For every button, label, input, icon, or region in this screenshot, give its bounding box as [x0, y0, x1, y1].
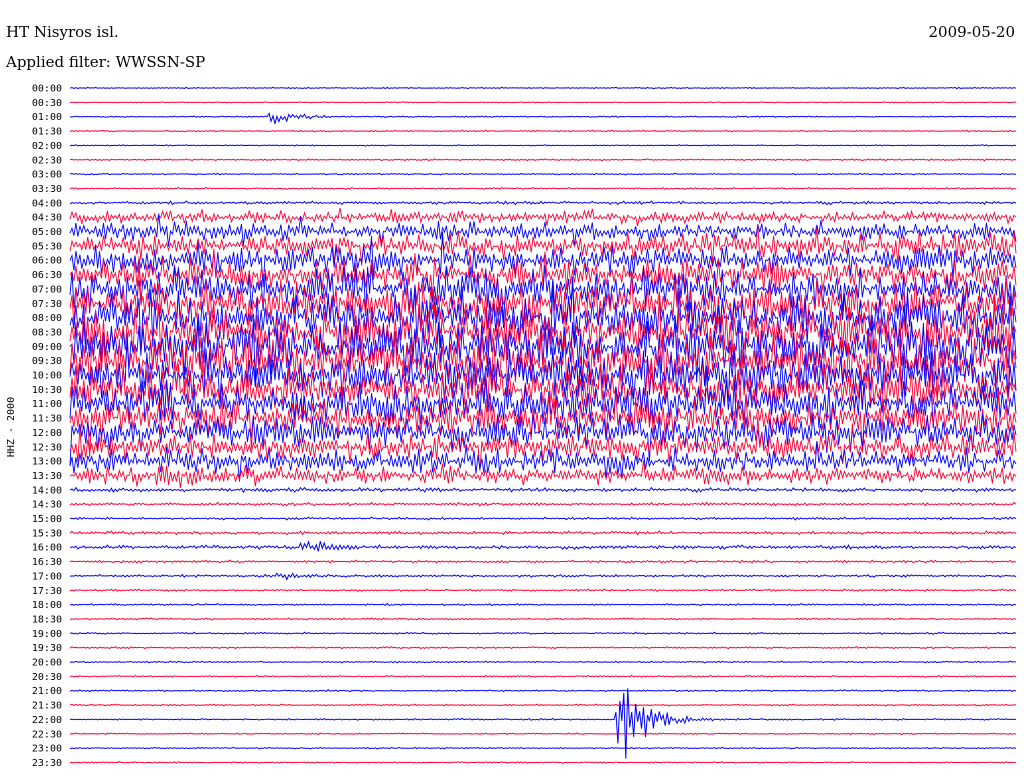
- trace-line: [69, 129, 1017, 133]
- time-tick-label: 21:00: [32, 686, 62, 697]
- time-tick-label: 15:30: [32, 528, 62, 539]
- time-tick-label: 21:30: [32, 701, 62, 712]
- trace-line: [69, 172, 1017, 176]
- time-tick-label: 04:30: [32, 213, 62, 224]
- time-tick-label: 01:00: [32, 112, 62, 123]
- trace-line: [69, 158, 1017, 162]
- trace-line: [69, 501, 1017, 507]
- time-tick-label: 20:30: [32, 672, 62, 683]
- time-tick-label: 22:30: [32, 729, 62, 740]
- time-tick-label: 12:00: [32, 428, 62, 439]
- trace-line: [69, 631, 1017, 636]
- trace-line: [69, 602, 1017, 607]
- trace-line: [69, 746, 1017, 750]
- trace-line: [69, 572, 1017, 581]
- trace-line: [69, 660, 1017, 664]
- time-tick-label: 08:30: [32, 327, 62, 338]
- trace-line: [69, 441, 1017, 482]
- time-tick-label: 03:00: [32, 170, 62, 181]
- trace-line: [69, 732, 1017, 736]
- trace-line: [69, 540, 1017, 552]
- trace-line: [69, 617, 1017, 621]
- time-tick-label: 20:00: [32, 658, 62, 669]
- time-tick-label: 09:00: [32, 342, 62, 353]
- time-tick-label: 15:00: [32, 514, 62, 525]
- trace-line: [69, 86, 1017, 90]
- time-tick-label: 07:30: [32, 299, 62, 310]
- trace-line: [69, 588, 1017, 593]
- time-tick-label: 18:30: [32, 614, 62, 625]
- trace-group: [69, 86, 1017, 764]
- trace-line: [69, 207, 1017, 226]
- trace-line: [69, 674, 1017, 678]
- time-tick-label: 09:30: [32, 356, 62, 367]
- time-tick-label: 03:30: [32, 184, 62, 195]
- time-tick-label: 11:30: [32, 414, 62, 425]
- time-tick-label: 19:30: [32, 643, 62, 654]
- trace-line: [69, 689, 1017, 693]
- trace-line: [69, 761, 1017, 764]
- time-tick-label: 17:30: [32, 586, 62, 597]
- helicorder-plot: 00:00 00:30 01:00 01:30 02:00 02:30 03:00 03:30…: [6, 84, 1017, 769]
- time-tick-label: 16:30: [32, 557, 62, 568]
- trace-line: [69, 645, 1017, 650]
- time-tick-label: 23:00: [32, 744, 62, 755]
- time-tick-label: 18:00: [32, 600, 62, 611]
- time-tick-label: 02:30: [32, 155, 62, 166]
- time-tick-label: 04:00: [32, 198, 62, 209]
- trace-line: [69, 516, 1017, 521]
- trace-line: [69, 200, 1017, 206]
- time-tick-label: 05:00: [32, 227, 62, 238]
- time-tick-label: 06:30: [32, 270, 62, 281]
- trace-line: [69, 111, 1017, 125]
- time-tick-label: 07:00: [32, 284, 62, 295]
- time-tick-label: 17:00: [32, 571, 62, 582]
- trace-line: [69, 144, 1017, 147]
- time-tick-label: 02:00: [32, 141, 62, 152]
- time-tick-label: 08:00: [32, 313, 62, 324]
- time-tick-label: 12:30: [32, 442, 62, 453]
- y-axis-label: HHZ - 2000: [6, 397, 17, 457]
- trace-line: [69, 101, 1017, 104]
- trace-line: [69, 559, 1017, 564]
- time-tick-label: 01:30: [32, 127, 62, 138]
- trace-line: [69, 530, 1017, 536]
- time-tick-label: 10:00: [32, 371, 62, 382]
- time-tick-label: 13:30: [32, 471, 62, 482]
- time-tick-label: 11:00: [32, 399, 62, 410]
- time-tick-label: 00:30: [32, 98, 62, 109]
- time-tick-labels: 00:00 00:30 01:00 01:30 02:00 02:30 03:00 03:30…: [32, 84, 62, 769]
- trace-line: [69, 703, 1017, 707]
- time-tick-label: 22:00: [32, 715, 62, 726]
- time-tick-label: 13:00: [32, 457, 62, 468]
- time-tick-label: 00:00: [32, 84, 62, 95]
- time-tick-label: 10:30: [32, 385, 62, 396]
- time-tick-label: 14:00: [32, 485, 62, 496]
- time-tick-label: 14:30: [32, 500, 62, 511]
- time-tick-label: 06:00: [32, 256, 62, 267]
- time-tick-label: 19:00: [32, 629, 62, 640]
- time-tick-label: 23:30: [32, 758, 62, 769]
- time-tick-label: 05:30: [32, 241, 62, 252]
- time-tick-label: 16:00: [32, 543, 62, 554]
- trace-line: [69, 186, 1017, 191]
- trace-line: [69, 486, 1017, 494]
